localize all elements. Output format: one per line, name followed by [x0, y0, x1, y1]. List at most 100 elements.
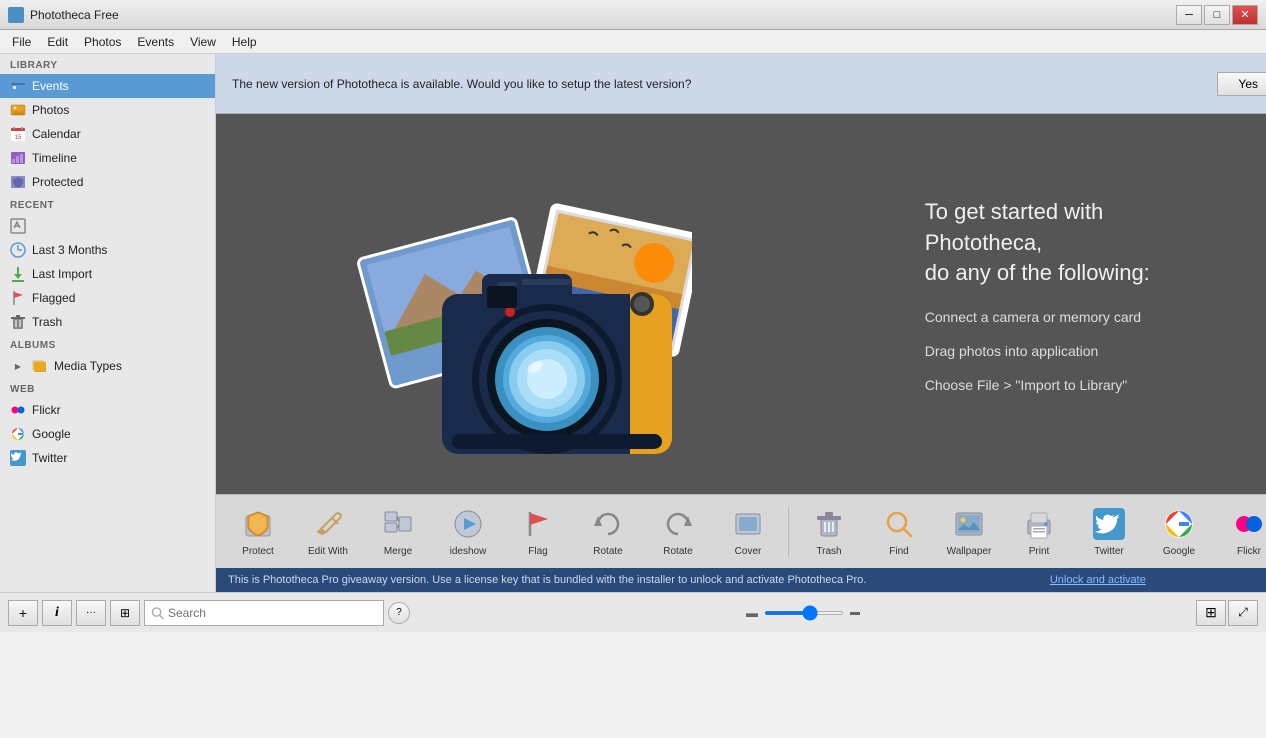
twitter-toolbar-button[interactable]: Twitter: [1075, 497, 1143, 567]
search-help-button[interactable]: ?: [388, 602, 410, 624]
sidebar-item-timeline[interactable]: Timeline: [0, 146, 215, 170]
lastimport-icon: [10, 266, 26, 282]
wallpaper-button[interactable]: Wallpaper: [935, 497, 1003, 567]
protect-icon: [240, 506, 276, 542]
wallpaper-label: Wallpaper: [947, 546, 992, 557]
menu-view[interactable]: View: [182, 33, 224, 51]
sidebar-item-flickr-label: Flickr: [32, 403, 61, 417]
toolbar: Protect Edit With Merge ideshow: [216, 494, 1266, 568]
menu-photos[interactable]: Photos: [76, 33, 129, 51]
menu-edit[interactable]: Edit: [39, 33, 76, 51]
ideshow-label: ideshow: [450, 546, 487, 557]
svg-text:15: 15: [15, 135, 22, 141]
menu-bar: File Edit Photos Events View Help: [0, 30, 1266, 54]
rotate-right-button[interactable]: Rotate: [644, 497, 712, 567]
search-input[interactable]: [168, 606, 377, 620]
key-button[interactable]: ⊞: [110, 600, 140, 626]
sidebar-item-trash[interactable]: Trash: [0, 310, 215, 334]
content-area: The new version of Phototheca is availab…: [216, 54, 1266, 592]
sidebar-item-last3months[interactable]: Last 3 Months: [0, 238, 215, 262]
timeline-icon: [10, 150, 26, 166]
flickr-toolbar-label: Flickr: [1237, 546, 1261, 557]
sidebar-item-lastimport[interactable]: Last Import: [0, 262, 215, 286]
zoom-slider[interactable]: [764, 611, 844, 615]
promo-message: This is Phototheca Pro giveaway version.…: [228, 574, 866, 586]
sidebar-item-flagged-label: Flagged: [32, 291, 75, 305]
zoom-out-icon: ▬: [746, 606, 758, 620]
cover-icon: [730, 506, 766, 542]
zoom-in-icon: ▬: [850, 607, 860, 618]
trash-icon: [10, 314, 26, 330]
google-toolbar-button[interactable]: Google: [1145, 497, 1213, 567]
sidebar-item-recent-edit[interactable]: [0, 214, 215, 238]
trash-toolbar-button[interactable]: Trash: [795, 497, 863, 567]
sidebar-item-events[interactable]: Events: [0, 74, 215, 98]
ideshow-button[interactable]: ideshow: [434, 497, 502, 567]
sidebar-item-twitter[interactable]: Twitter: [0, 446, 215, 470]
trash-toolbar-icon: [811, 506, 847, 542]
protect-label: Protect: [242, 546, 274, 557]
sidebar-item-lastimport-label: Last Import: [32, 267, 92, 281]
sidebar-item-trash-label: Trash: [32, 315, 62, 329]
menu-help[interactable]: Help: [224, 33, 265, 51]
minimize-button[interactable]: ─: [1176, 5, 1202, 25]
last3months-icon: [10, 242, 26, 258]
protect-button[interactable]: Protect: [224, 497, 292, 567]
print-button[interactable]: Print: [1005, 497, 1073, 567]
sidebar-item-flagged[interactable]: Flagged: [0, 286, 215, 310]
sidebar-item-media-types[interactable]: ▶ Media Types: [0, 354, 215, 378]
sidebar-item-timeline-label: Timeline: [32, 151, 77, 165]
add-button[interactable]: +: [8, 600, 38, 626]
notification-buttons: Yes No: [1217, 72, 1266, 96]
sidebar: LIBRARY Events Photos 15 Calendar Timeli…: [0, 54, 216, 592]
merge-label: Merge: [384, 546, 412, 557]
rotate-left-button[interactable]: Rotate: [574, 497, 642, 567]
sidebar-item-calendar[interactable]: 15 Calendar: [0, 122, 215, 146]
sidebar-item-twitter-label: Twitter: [32, 451, 67, 465]
rotate-right-label: Rotate: [663, 546, 692, 557]
getting-started-title: To get started with Phototheca,do any of…: [925, 197, 1225, 289]
sidebar-item-google[interactable]: Google: [0, 422, 215, 446]
sidebar-item-photos[interactable]: Photos: [0, 98, 215, 122]
flag-toolbar-icon: [520, 506, 556, 542]
flagged-icon: [10, 290, 26, 306]
flickr-toolbar-button[interactable]: Flickr: [1215, 497, 1266, 567]
recent-edit-icon: [10, 218, 26, 234]
flag-button[interactable]: Flag: [504, 497, 572, 567]
grid-view-button[interactable]: ⊞: [1196, 600, 1226, 626]
menu-file[interactable]: File: [4, 33, 39, 51]
info-button[interactable]: i: [42, 600, 72, 626]
getting-started-step2: Drag photos into application: [925, 343, 1225, 359]
sidebar-item-media-types-label: Media Types: [54, 359, 122, 373]
promo-bar: This is Phototheca Pro giveaway version.…: [216, 568, 1266, 592]
camera-illustration: [352, 134, 692, 474]
arrow-right-icon: ▶: [10, 358, 26, 374]
menu-events[interactable]: Events: [129, 33, 182, 51]
photos-icon: [10, 102, 26, 118]
sidebar-item-flickr[interactable]: Flickr: [0, 398, 215, 422]
sidebar-item-protected[interactable]: Protected: [0, 170, 215, 194]
sidebar-item-last3months-label: Last 3 Months: [32, 243, 107, 257]
merge-button[interactable]: Merge: [364, 497, 432, 567]
yes-button[interactable]: Yes: [1217, 72, 1266, 96]
calendar-icon: 15: [10, 126, 26, 142]
close-button[interactable]: ✕: [1232, 5, 1258, 25]
sidebar-item-google-label: Google: [32, 427, 71, 441]
app-icon: [8, 7, 24, 23]
flickr-icon: [10, 402, 26, 418]
edit-with-button[interactable]: Edit With: [294, 497, 362, 567]
unlock-activate-link[interactable]: Unlock and activate: [1050, 574, 1146, 586]
find-button[interactable]: Find: [865, 497, 933, 567]
maximize-button[interactable]: □: [1204, 5, 1230, 25]
google-icon: [10, 426, 26, 442]
notification-bar: The new version of Phototheca is availab…: [216, 54, 1266, 114]
view-buttons: ⊞ ⤢: [1196, 600, 1258, 626]
edit-with-icon: [310, 506, 346, 542]
flickr-toolbar-icon: [1231, 506, 1266, 542]
trash-toolbar-label: Trash: [816, 546, 841, 557]
wallpaper-icon: [951, 506, 987, 542]
google-toolbar-icon: [1161, 506, 1197, 542]
more-button[interactable]: ···: [76, 600, 106, 626]
fullscreen-button[interactable]: ⤢: [1228, 600, 1258, 626]
cover-button[interactable]: Cover: [714, 497, 782, 567]
